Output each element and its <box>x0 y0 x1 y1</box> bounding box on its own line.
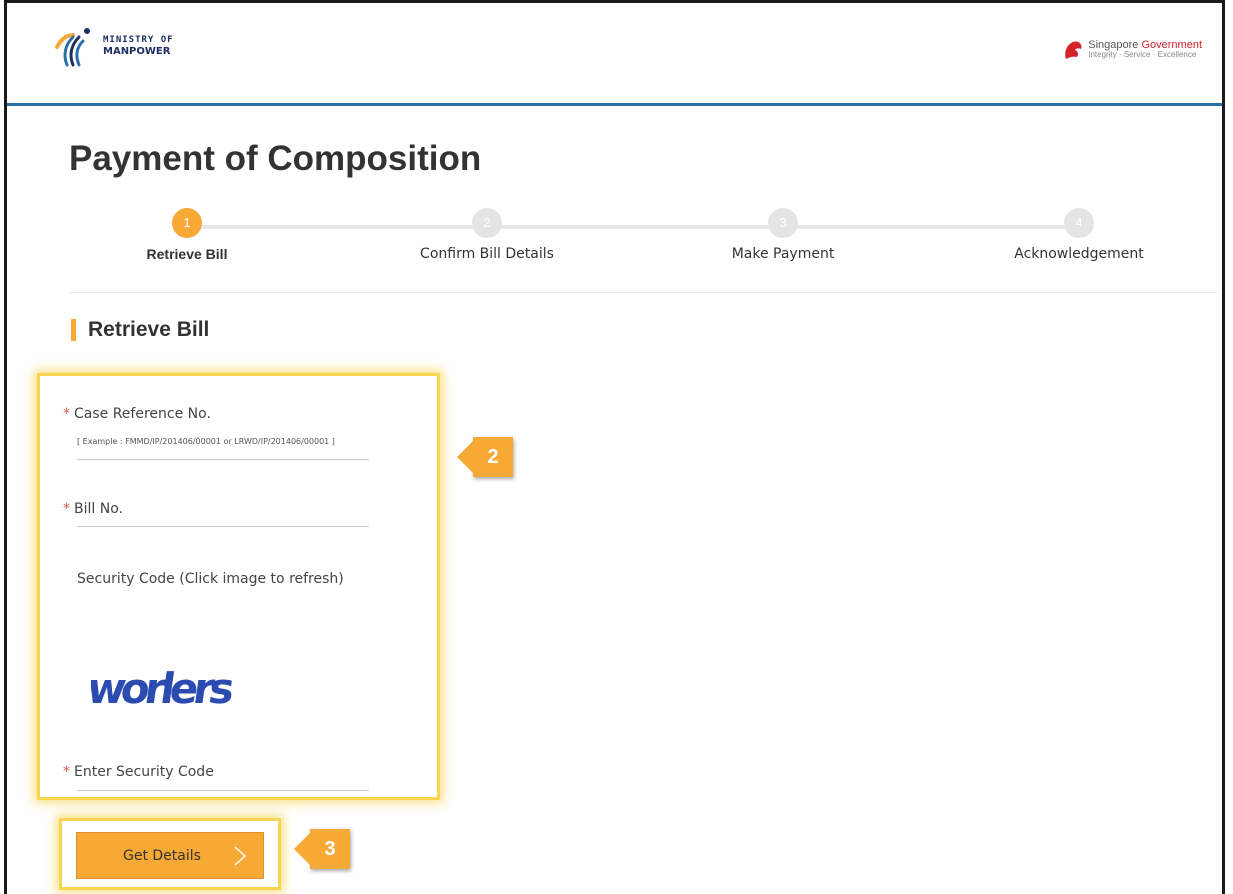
mom-emblem-icon <box>55 28 90 67</box>
progress-stepper: 1 Retrieve Bill 2 Confirm Bill Details 3… <box>7 208 1222 278</box>
required-marker: * <box>63 764 70 780</box>
ministry-line2: MANPOWER <box>103 46 171 57</box>
captcha-text: worlers <box>91 664 237 713</box>
ministry-line1: MINISTRY OF <box>103 35 174 45</box>
step-retrieve-bill: 1 Retrieve Bill <box>97 208 277 262</box>
security-code-label: Security Code (Click image to refresh) <box>77 571 344 587</box>
case-reference-input[interactable] <box>77 439 369 460</box>
get-details-button[interactable]: Get Details <box>76 832 264 879</box>
required-marker: * <box>63 501 70 517</box>
section-accent-bar <box>71 319 76 341</box>
chevron-right-icon <box>234 846 247 866</box>
section-divider <box>69 292 1217 293</box>
get-details-label: Get Details <box>123 847 201 864</box>
section-heading: Retrieve Bill <box>71 317 209 343</box>
step-label: Make Payment <box>731 246 835 262</box>
captcha-image[interactable]: worlers <box>84 663 261 717</box>
lion-head-icon <box>1065 41 1082 59</box>
step-number: 1 <box>172 208 202 238</box>
step-number: 3 <box>768 208 798 238</box>
site-header: MINISTRY OF MANPOWER Singapore Governmen… <box>7 3 1222 106</box>
singapore-government-logo[interactable]: Singapore Government Integrity · Service… <box>1062 39 1202 61</box>
step-acknowledgement: 4 Acknowledgement <box>989 208 1169 262</box>
step-confirm-bill-details: 2 Confirm Bill Details <box>397 208 577 262</box>
callout-badge-form: 2 <box>457 437 513 477</box>
mom-logo[interactable]: MINISTRY OF MANPOWER <box>53 25 174 67</box>
step-label: Confirm Bill Details <box>420 246 554 262</box>
callout-badge-button: 3 <box>294 829 350 869</box>
stepper-track <box>187 225 1087 229</box>
step-number: 4 <box>1064 208 1094 238</box>
page-title: Payment of Composition <box>69 139 482 178</box>
bill-no-input[interactable] <box>77 506 369 527</box>
required-marker: * <box>63 406 70 422</box>
step-make-payment: 3 Make Payment <box>693 208 873 262</box>
case-reference-label: * Case Reference No. <box>63 406 211 422</box>
section-title: Retrieve Bill <box>88 318 210 341</box>
step-label: Acknowledgement <box>1014 246 1144 262</box>
page-frame: MINISTRY OF MANPOWER Singapore Governmen… <box>4 0 1225 894</box>
security-code-input[interactable] <box>77 770 369 791</box>
step-label: Retrieve Bill <box>146 246 228 262</box>
step-number: 2 <box>472 208 502 238</box>
gov-tagline: Integrity · Service · Excellence <box>1088 50 1197 59</box>
